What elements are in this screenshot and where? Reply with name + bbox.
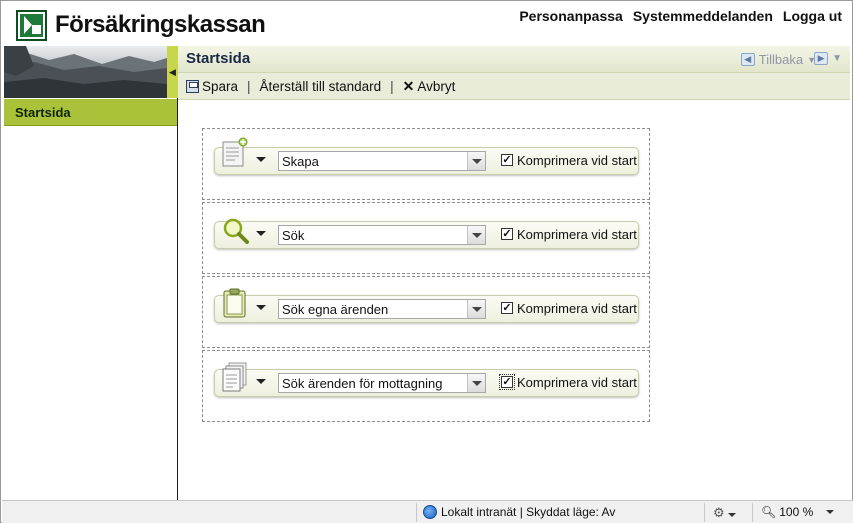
widget-zone-1: Skapa ✓ Komprimera vid start — [202, 128, 650, 200]
page-titlebar: Startsida ◀ Tillbaka ▼ ▶ ▼ — [178, 46, 850, 73]
chevron-down-icon[interactable] — [467, 300, 485, 318]
floppy-disk-icon — [186, 79, 199, 93]
widget-sok-arenden-for-mottagning[interactable]: Sök ärenden för mottagning ✓ Komprimera … — [214, 362, 639, 397]
systemmeddelanden-link[interactable]: Systemmeddelanden — [633, 8, 773, 24]
chevron-down-icon[interactable]: ▼ — [832, 53, 842, 64]
browser-status-bar: Lokalt intranät | Skyddat läge: Av ⚙ 🔍︎ … — [2, 500, 853, 523]
widget-select-value: Sök — [282, 228, 305, 243]
compress-on-start-label: Komprimera vid start — [517, 227, 637, 242]
widget-select-value: Sök ärenden för mottagning — [282, 376, 443, 391]
status-divider — [752, 503, 753, 522]
status-divider — [704, 503, 705, 522]
reset-label: Återställ till standard — [259, 78, 382, 94]
chevron-down-icon[interactable] — [467, 152, 485, 170]
toolbar-separator: | — [247, 78, 251, 94]
chevron-down-icon[interactable] — [826, 510, 835, 514]
chevron-down-icon[interactable] — [727, 513, 736, 517]
forward-button[interactable]: ▶ ▼ — [814, 52, 842, 65]
widget-type-select[interactable]: Sök — [278, 225, 486, 245]
widget-sok[interactable]: Sök ✓ Komprimera vid start — [214, 218, 639, 249]
intranet-globe-icon — [423, 505, 437, 519]
compress-on-start-checkbox[interactable]: ✓ — [501, 154, 513, 166]
clipboard-icon — [221, 288, 249, 318]
gear-icon: ⚙ — [713, 505, 725, 520]
widget-zone-3: Sök egna ärenden ✓ Komprimera vid start — [202, 276, 650, 348]
compress-on-start-checkbox[interactable]: ✓ — [499, 374, 515, 390]
security-zone[interactable]: Lokalt intranät | Skyddat läge: Av — [423, 505, 615, 519]
zoom-level: 100 % — [779, 505, 814, 519]
magnifier-icon — [221, 216, 249, 246]
widget-select-value: Sök egna ärenden — [282, 302, 389, 317]
cancel-button[interactable]: ✕ Avbryt — [403, 78, 456, 95]
chevron-down-icon[interactable] — [467, 374, 485, 392]
brand[interactable]: Försäkringskassan — [16, 9, 266, 41]
widget-menu-caret[interactable] — [256, 379, 266, 384]
compress-on-start-label: Komprimera vid start — [517, 375, 637, 390]
zoom-magnifier-icon: 🔍︎ — [761, 505, 777, 519]
widget-zone-4: Sök ärenden för mottagning ✓ Komprimera … — [202, 350, 650, 422]
sidebar-item-startsida[interactable]: Startsida — [4, 99, 177, 126]
browser-page: Försäkringskassan Personanpassa Systemme… — [0, 0, 853, 523]
widget-type-select[interactable]: Skapa — [278, 151, 486, 171]
security-zone-label: Lokalt intranät | Skyddat läge: Av — [441, 505, 616, 519]
widget-type-select[interactable]: Sök egna ärenden — [278, 299, 486, 319]
save-button[interactable]: Spara — [186, 79, 238, 94]
top-links: Personanpassa Systemmeddelanden Logga ut — [519, 8, 842, 24]
back-arrow-icon: ◀ — [740, 53, 755, 66]
widget-menu-caret[interactable] — [256, 305, 266, 310]
logo-icon — [16, 9, 47, 41]
create-document-icon — [221, 137, 249, 167]
compress-on-start-checkbox[interactable]: ✓ — [501, 228, 513, 240]
compress-on-start-checkbox[interactable]: ✓ — [501, 302, 513, 314]
cancel-label: Avbryt — [417, 78, 456, 94]
brand-name: Försäkringskassan — [55, 11, 266, 38]
chevron-down-icon[interactable] — [467, 226, 485, 244]
status-divider — [416, 503, 417, 522]
collapse-sidebar-button[interactable]: ◀ — [167, 46, 178, 98]
save-label: Spara — [202, 78, 239, 94]
back-label: Tillbaka — [758, 52, 804, 67]
logout-link[interactable]: Logga ut — [783, 8, 842, 24]
toolbar-separator: | — [390, 78, 394, 94]
widget-zone-2: Sök ✓ Komprimera vid start — [202, 202, 650, 274]
widget-menu-caret[interactable] — [256, 157, 266, 162]
sidebar-divider — [177, 98, 178, 500]
reset-to-default-button[interactable]: Återställ till standard — [260, 79, 382, 94]
widget-menu-caret[interactable] — [256, 231, 266, 236]
personanpassa-link[interactable]: Personanpassa — [519, 8, 623, 24]
zoom-control[interactable]: 🔍︎ 100 % — [761, 505, 835, 519]
close-icon: ✕ — [402, 77, 415, 94]
documents-stack-icon — [221, 362, 249, 392]
widget-select-value: Skapa — [282, 154, 319, 169]
compress-on-start-label: Komprimera vid start — [517, 301, 637, 316]
widget-skapa[interactable]: Skapa ✓ Komprimera vid start — [214, 137, 639, 175]
protected-mode-settings-button[interactable]: ⚙ — [713, 505, 736, 521]
forward-arrow-icon: ▶ — [814, 52, 829, 65]
header-landscape-image — [4, 46, 167, 98]
compress-on-start-label: Komprimera vid start — [517, 153, 637, 168]
widget-type-select[interactable]: Sök ärenden för mottagning — [278, 373, 486, 393]
back-button[interactable]: ◀ Tillbaka ▼ — [740, 52, 816, 67]
widget-sok-egna-arenden[interactable]: Sök egna ärenden ✓ Komprimera vid start — [214, 288, 639, 323]
page-title: Startsida — [186, 50, 251, 67]
page-toolbar: Spara | Återställ till standard | ✕ Avbr… — [178, 73, 850, 100]
